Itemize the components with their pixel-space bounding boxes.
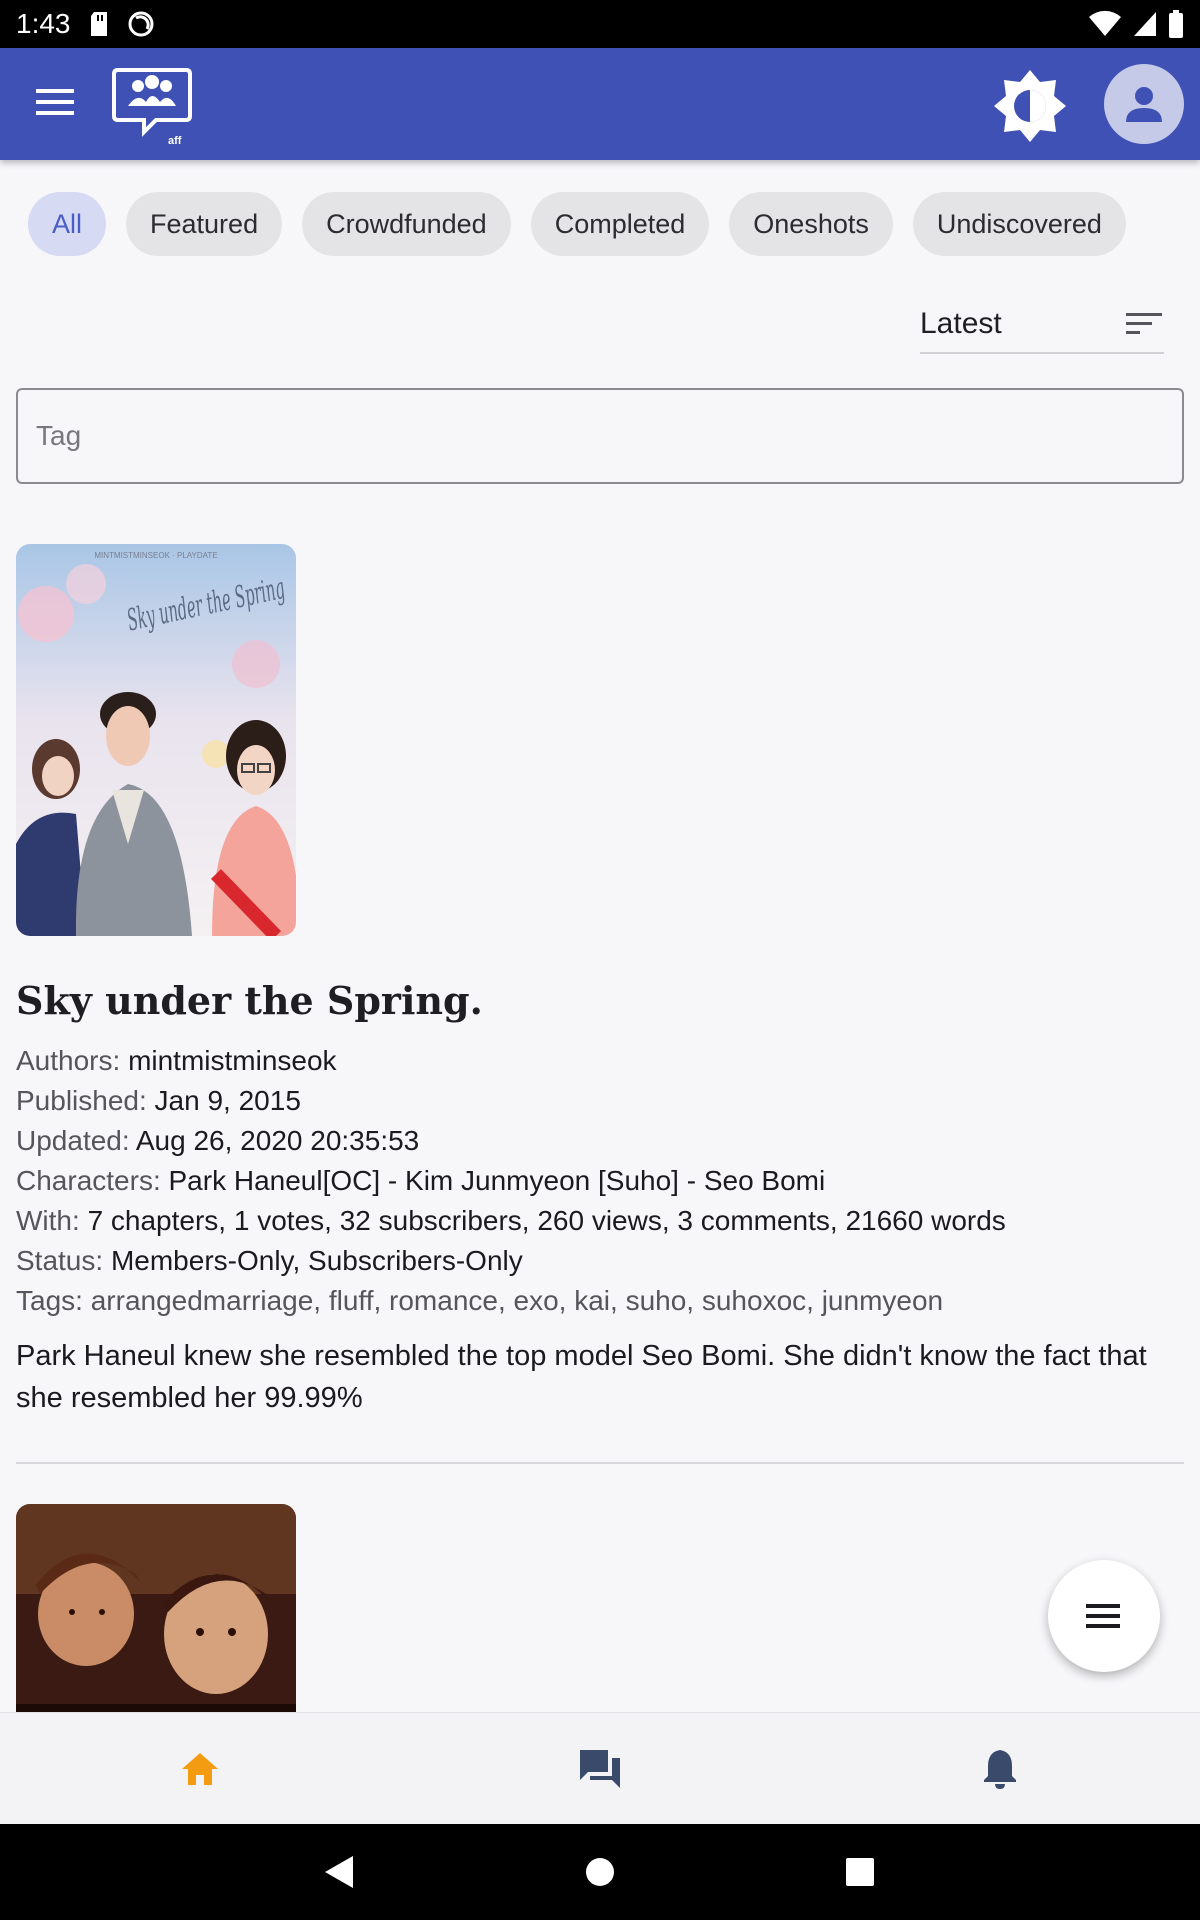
meta-authors-row: Authors: mintmistminseok (16, 1041, 1184, 1081)
story-card[interactable]: MINTMISTMINSEOK · PLAYDATE Sky under the… (16, 544, 1184, 1419)
meta-with-key: With: (16, 1205, 80, 1236)
account-button[interactable] (1104, 64, 1184, 144)
menu-icon (1086, 1604, 1120, 1628)
status-bar: 1:43 (0, 0, 1200, 48)
system-navigation-bar (0, 1824, 1200, 1920)
meta-updated: Aug 26, 2020 20:35:53 (135, 1125, 420, 1156)
chip-oneshots[interactable]: Oneshots (729, 192, 893, 256)
status-time: 1:43 (16, 8, 71, 39)
sort-icon (1126, 313, 1162, 334)
bell-icon (984, 1749, 1016, 1789)
chip-featured[interactable]: Featured (126, 192, 283, 256)
meta-tags-row: Tags: arrangedmarriage, fluff, romance, … (16, 1281, 1184, 1321)
story-divider (16, 1462, 1184, 1464)
svg-text:aff: aff (168, 135, 182, 146)
chip-completed[interactable]: Completed (530, 192, 710, 256)
forum-icon (580, 1749, 620, 1788)
story-card-2[interactable] (16, 1504, 1184, 1712)
sd-card-icon (90, 12, 107, 36)
nav-forum[interactable] (400, 1713, 800, 1824)
recents-button[interactable] (730, 1857, 990, 1887)
chip-undiscovered[interactable]: Undiscovered (912, 192, 1126, 256)
person-icon (1126, 87, 1162, 122)
filter-chips: All Featured Crowdfunded Completed Onesh… (28, 192, 1126, 256)
meta-characters-key: Characters: (16, 1165, 161, 1196)
circle-icon (586, 1858, 614, 1886)
meta-status: Members-Only, Subscribers-Only (110, 1245, 523, 1276)
meta-published: Jan 9, 2015 (154, 1085, 301, 1116)
brightness-icon (994, 70, 1066, 142)
meta-authors-key: Authors: (16, 1045, 121, 1076)
logo-icon: aff (112, 68, 192, 147)
story-description: Park Haneul knew she resembled the top m… (16, 1340, 1147, 1414)
sort-label: Latest (920, 307, 1002, 340)
back-button[interactable] (210, 1854, 470, 1890)
story-cover-image-2[interactable] (16, 1504, 296, 1712)
bottom-navigation (0, 1712, 1200, 1824)
aff-logo[interactable]: aff (110, 66, 194, 147)
cover-caption: MINTMISTMINSEOK · PLAYDATE (94, 551, 217, 560)
back-icon (325, 1856, 353, 1888)
fab-menu-button[interactable] (1048, 1560, 1160, 1672)
signal-icon (1134, 12, 1156, 36)
meta-characters: Park Haneul[OC] - Kim Junmyeon [Suho] - … (168, 1165, 826, 1196)
sort-dropdown[interactable]: Latest (920, 296, 1164, 354)
meta-characters-row: Characters: Park Haneul[OC] - Kim Junmye… (16, 1161, 1184, 1201)
meta-with-row: With: 7 chapters, 1 votes, 32 subscriber… (16, 1201, 1184, 1241)
do-not-disturb-icon (128, 11, 153, 37)
meta-status-row: Status: Members-Only, Subscribers-Only (16, 1241, 1184, 1281)
battery-icon (1169, 10, 1183, 38)
meta-tags[interactable]: arrangedmarriage, fluff, romance, exo, k… (91, 1285, 943, 1316)
nav-home[interactable] (0, 1713, 400, 1824)
tag-input[interactable] (16, 388, 1184, 484)
meta-updated-key: Updated: (16, 1125, 130, 1156)
meta-status-key: Status: (16, 1245, 104, 1276)
chip-all[interactable]: All (28, 192, 107, 256)
menu-button[interactable] (30, 76, 82, 128)
square-icon (846, 1858, 874, 1886)
menu-icon (36, 89, 74, 115)
story-meta: Authors: mintmistminseok Published: Jan … (16, 1041, 1184, 1321)
story-title[interactable]: Sky under the Spring. (16, 978, 1184, 1023)
cover-art: MINTMISTMINSEOK · PLAYDATE Sky under the… (16, 544, 296, 936)
home-icon (182, 1752, 218, 1785)
chip-crowdfunded[interactable]: Crowdfunded (302, 192, 511, 256)
theme-toggle-button[interactable] (990, 66, 1070, 146)
app-bar: aff (0, 48, 1200, 160)
meta-with: 7 chapters, 1 votes, 32 subscribers, 260… (87, 1205, 1006, 1236)
cover-art-2 (16, 1504, 296, 1712)
meta-published-key: Published: (16, 1085, 147, 1116)
meta-published-row: Published: Jan 9, 2015 (16, 1081, 1184, 1121)
meta-updated-row: Updated: Aug 26, 2020 20:35:53 (16, 1121, 1184, 1161)
meta-authors[interactable]: mintmistminseok (128, 1045, 336, 1076)
nav-notifications[interactable] (800, 1713, 1200, 1824)
meta-tags-key: Tags: (16, 1285, 83, 1316)
home-button[interactable] (470, 1856, 730, 1888)
wifi-icon (1089, 10, 1121, 36)
story-cover-image[interactable]: MINTMISTMINSEOK · PLAYDATE Sky under the… (16, 544, 296, 936)
